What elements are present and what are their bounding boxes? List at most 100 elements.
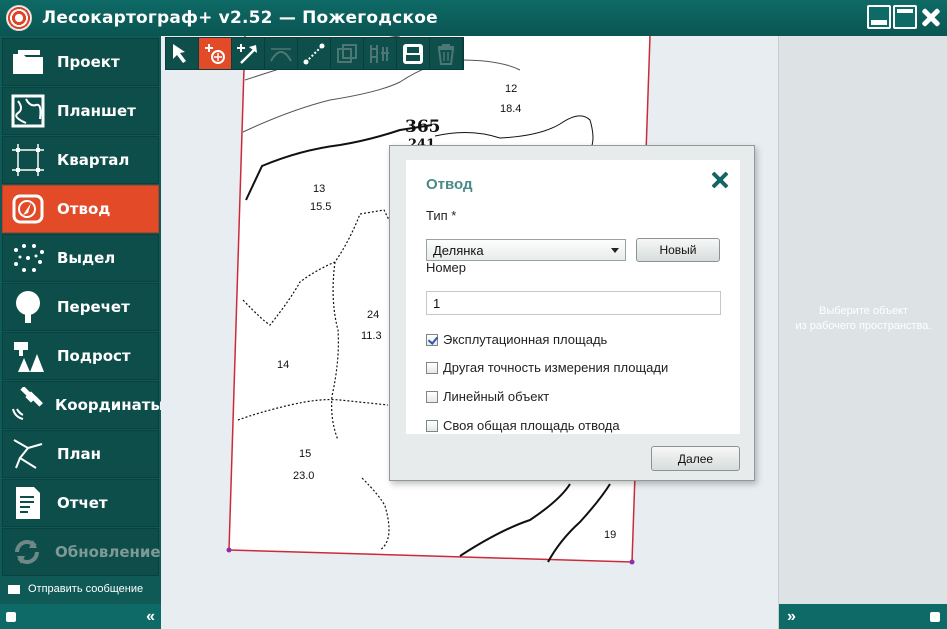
select-tool-button[interactable] bbox=[166, 38, 199, 69]
satellite-icon bbox=[9, 386, 45, 424]
checkbox-label: Линейный объект bbox=[443, 389, 550, 404]
quarter-grid-icon bbox=[9, 141, 47, 179]
sidebar-item-tablet[interactable]: Планшет bbox=[2, 87, 159, 135]
close-window-button[interactable] bbox=[919, 5, 943, 29]
sidebar-item-label: Перечет bbox=[57, 298, 130, 316]
maximize-button[interactable] bbox=[893, 5, 917, 29]
sidebar-item-count[interactable]: Перечет bbox=[2, 283, 159, 331]
next-button[interactable]: Далее bbox=[651, 446, 740, 471]
young-trees-icon bbox=[9, 337, 47, 375]
sidebar-item-plan[interactable]: План bbox=[2, 430, 159, 478]
checkbox-label: Другая точность измерения площади bbox=[443, 360, 669, 375]
title-bar: Лесокартограф+ v2.52 — Пожегодское bbox=[0, 0, 947, 36]
sidebar-item-label: Подрост bbox=[57, 347, 131, 365]
sidebar-item-label: План bbox=[57, 445, 102, 463]
app-logo-icon bbox=[6, 5, 32, 31]
sidebar-item-project[interactable]: Проект bbox=[2, 38, 159, 86]
plot-label: 19 bbox=[604, 529, 616, 541]
sidebar-item-label: Отвод bbox=[57, 200, 111, 218]
allotment-compass-icon bbox=[9, 190, 47, 228]
report-document-icon bbox=[9, 484, 47, 522]
sidebar-item-report[interactable]: Отчет bbox=[2, 479, 159, 527]
measure-line-icon bbox=[303, 43, 325, 64]
sidebar-item-label: Координаты bbox=[55, 396, 164, 414]
checkbox[interactable] bbox=[426, 361, 438, 374]
type-select[interactable]: Делянка bbox=[426, 239, 626, 261]
type-label: Тип * bbox=[426, 208, 457, 223]
properties-panel: Выберите объект из рабочего пространства… bbox=[778, 36, 947, 629]
chevron-down-icon bbox=[611, 248, 619, 253]
collapse-sidebar-button[interactable]: « bbox=[146, 608, 155, 626]
close-icon[interactable] bbox=[710, 170, 730, 190]
number-label: Номер bbox=[426, 260, 467, 275]
sidebar-item-label: Проект bbox=[57, 53, 120, 71]
copy-layer-tool-button[interactable] bbox=[331, 38, 364, 69]
tablet-map-icon bbox=[9, 92, 47, 130]
checkbox[interactable] bbox=[426, 419, 438, 432]
vertex-point[interactable] bbox=[629, 559, 635, 565]
plot-area-label: 18.4 bbox=[500, 103, 521, 115]
type-select-value: Делянка bbox=[433, 243, 484, 258]
sidebar-item-update: Обновление bbox=[2, 528, 161, 576]
plot-label: 14 bbox=[277, 359, 289, 371]
delete-trash-icon bbox=[437, 43, 455, 65]
hint-line: Выберите объект bbox=[819, 305, 908, 317]
sidebar-item-label: Обновление bbox=[55, 543, 161, 561]
map-toolbar bbox=[165, 37, 464, 70]
folder-icon bbox=[9, 43, 47, 81]
sidebar-item-allotment[interactable]: Отвод bbox=[2, 185, 159, 233]
add-vertex-tool-button[interactable] bbox=[232, 38, 265, 69]
envelope-icon bbox=[8, 584, 20, 594]
square-icon[interactable] bbox=[930, 611, 940, 622]
send-message-label: Отправить сообщение bbox=[28, 583, 144, 595]
sidebar-footer: « bbox=[0, 604, 161, 629]
option-other-accuracy[interactable]: Другая точность измерения площади bbox=[426, 360, 668, 375]
dialog-body: Отвод Тип * Делянка Новый Номер 1 Эксплу… bbox=[406, 160, 740, 434]
option-own-total-area[interactable]: Своя общая площадь отвода bbox=[426, 418, 620, 433]
expand-panel-button[interactable]: » bbox=[787, 608, 796, 626]
plot-area-label: 11.3 bbox=[361, 330, 382, 342]
plan-lines-icon bbox=[9, 435, 47, 473]
sidebar-item-coordinates[interactable]: Координаты bbox=[2, 381, 164, 429]
option-linear-object[interactable]: Линейный объект bbox=[426, 389, 549, 404]
dialog-title: Отвод bbox=[426, 176, 473, 193]
option-operational-area[interactable]: Эксплутационная площадь bbox=[426, 332, 607, 347]
window-title: Лесокартограф+ v2.52 — Пожегодское bbox=[42, 8, 438, 28]
sidebar-item-undergrowth[interactable]: Подрост bbox=[2, 332, 159, 380]
copy-layer-icon bbox=[337, 43, 357, 63]
sidebar: Проект Планшет Квартал Отвод Выдел Переч… bbox=[0, 36, 164, 629]
arc-tool-icon bbox=[270, 47, 292, 62]
new-button[interactable]: Новый bbox=[636, 238, 720, 262]
send-message-button[interactable]: Отправить сообщение bbox=[0, 578, 161, 600]
sidebar-item-plot[interactable]: Выдел bbox=[2, 234, 159, 282]
right-panel-footer: » bbox=[779, 604, 947, 629]
plot-area-label: 15.5 bbox=[310, 201, 331, 213]
measure-tool-button[interactable] bbox=[298, 38, 331, 69]
vertex-point[interactable] bbox=[226, 547, 232, 553]
sidebar-item-label: Выдел bbox=[57, 249, 116, 267]
grid-edit-tool-button[interactable] bbox=[364, 38, 397, 69]
arc-tool-button[interactable] bbox=[265, 38, 298, 69]
plot-label: 13 bbox=[313, 183, 325, 195]
square-icon[interactable] bbox=[6, 611, 16, 622]
minimize-button[interactable] bbox=[867, 5, 891, 29]
plot-label: 15 bbox=[299, 448, 311, 460]
select-arrow-icon bbox=[173, 43, 186, 63]
sidebar-item-label: Отчет bbox=[57, 494, 108, 512]
plot-dots-icon bbox=[9, 239, 47, 277]
allotment-dialog: Отвод Тип * Делянка Новый Номер 1 Эксплу… bbox=[389, 145, 755, 481]
checkbox[interactable] bbox=[426, 390, 438, 403]
delete-tool-button[interactable] bbox=[430, 38, 463, 69]
plot-label: 12 bbox=[505, 83, 517, 95]
add-point-tool-button[interactable] bbox=[199, 38, 232, 69]
tree-icon bbox=[9, 288, 47, 326]
window-controls bbox=[867, 5, 943, 29]
sidebar-item-label: Квартал bbox=[57, 151, 130, 169]
update-icon bbox=[9, 533, 45, 571]
sidebar-item-label: Планшет bbox=[57, 102, 136, 120]
sidebar-item-quarter[interactable]: Квартал bbox=[2, 136, 159, 184]
number-input[interactable]: 1 bbox=[426, 291, 721, 315]
print-icon bbox=[403, 43, 423, 64]
checkbox[interactable] bbox=[426, 333, 438, 346]
print-tool-button[interactable] bbox=[397, 38, 430, 69]
